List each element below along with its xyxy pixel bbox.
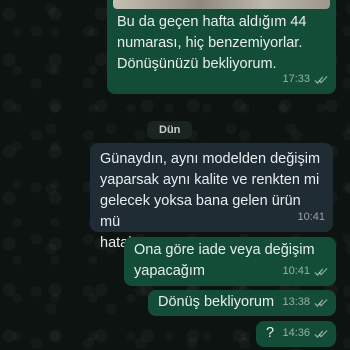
message-time: 17:33 [282, 73, 310, 85]
message-time: 13:38 [282, 296, 310, 308]
message-time: 10:41 [297, 211, 325, 223]
message-bubble-outgoing[interactable]: Ona göre iade veya değişim yapacağım 10:… [124, 237, 336, 286]
chat-message-list[interactable]: Bu da geçen hafta aldığım 44 numarası, h… [0, 0, 350, 350]
message-bubble-outgoing[interactable]: ? 14:36 [256, 321, 336, 347]
message-text: Bu da geçen hafta aldığım 44 numarası, h… [117, 14, 307, 72]
double-check-icon [314, 298, 328, 307]
message-time: 14:36 [282, 327, 310, 339]
message-meta: 10:41 [282, 261, 328, 282]
double-check-icon [314, 75, 328, 84]
message-bubble-outgoing[interactable]: Dönüş bekliyorum 13:38 [148, 290, 336, 316]
message-bubble-incoming[interactable]: Günaydın, aynı modelden değişim yaparsak… [90, 143, 333, 251]
message-meta: 10:41 [297, 207, 325, 228]
image-attachment-preview[interactable] [113, 0, 330, 9]
message-meta: 17:33 [282, 69, 328, 90]
message-meta: 13:38 [282, 292, 328, 313]
message-time: 10:41 [282, 265, 310, 277]
message-meta: 14:36 [282, 323, 328, 344]
date-separator: Dün [147, 121, 193, 139]
message-bubble-outgoing[interactable]: Bu da geçen hafta aldığım 44 numarası, h… [107, 0, 336, 94]
double-check-icon [314, 267, 328, 276]
double-check-icon [314, 329, 328, 338]
